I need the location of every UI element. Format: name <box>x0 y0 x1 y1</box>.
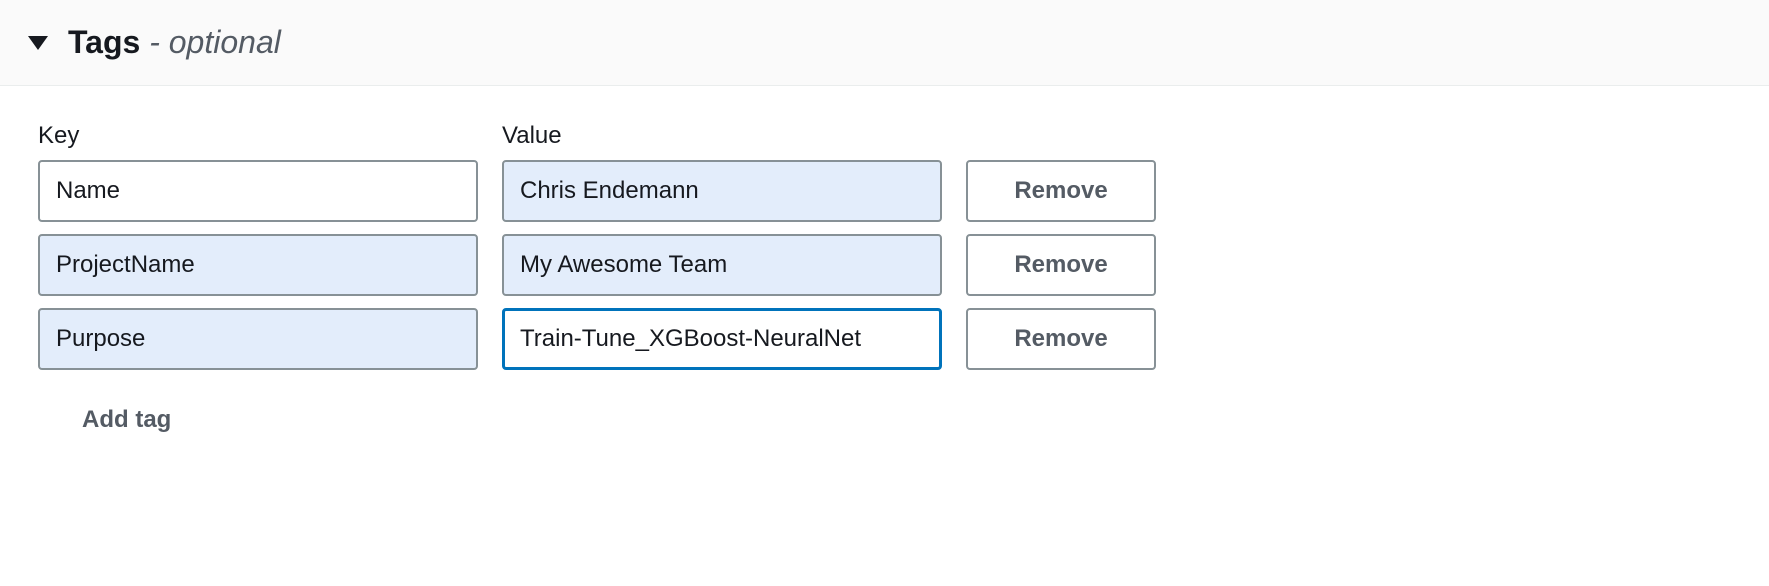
columns-header: Key Value <box>38 122 1731 150</box>
tag-value-input[interactable] <box>502 308 942 370</box>
remove-button[interactable]: Remove <box>966 308 1156 370</box>
tag-value-input[interactable] <box>502 160 942 222</box>
add-tag-button[interactable]: Add tag <box>82 406 171 434</box>
value-column-label: Value <box>502 122 942 150</box>
section-optional-label: - optional <box>140 24 281 60</box>
tag-row: Remove <box>38 308 1731 370</box>
remove-button[interactable]: Remove <box>966 160 1156 222</box>
tag-value-input[interactable] <box>502 234 942 296</box>
collapse-caret-icon[interactable] <box>28 36 48 50</box>
tag-key-input[interactable] <box>38 160 478 222</box>
tag-row: Remove <box>38 234 1731 296</box>
key-column-label: Key <box>38 122 478 150</box>
remove-button[interactable]: Remove <box>966 234 1156 296</box>
tag-key-input[interactable] <box>38 234 478 296</box>
tags-content: Key Value Remove Remove Remove Add tag <box>0 86 1769 474</box>
tag-rows: Remove Remove Remove <box>38 160 1731 370</box>
section-title: Tags <box>68 24 140 60</box>
tag-row: Remove <box>38 160 1731 222</box>
tag-key-input[interactable] <box>38 308 478 370</box>
section-title-wrapper: Tags - optional <box>68 24 281 61</box>
tags-section-header: Tags - optional <box>0 0 1769 86</box>
